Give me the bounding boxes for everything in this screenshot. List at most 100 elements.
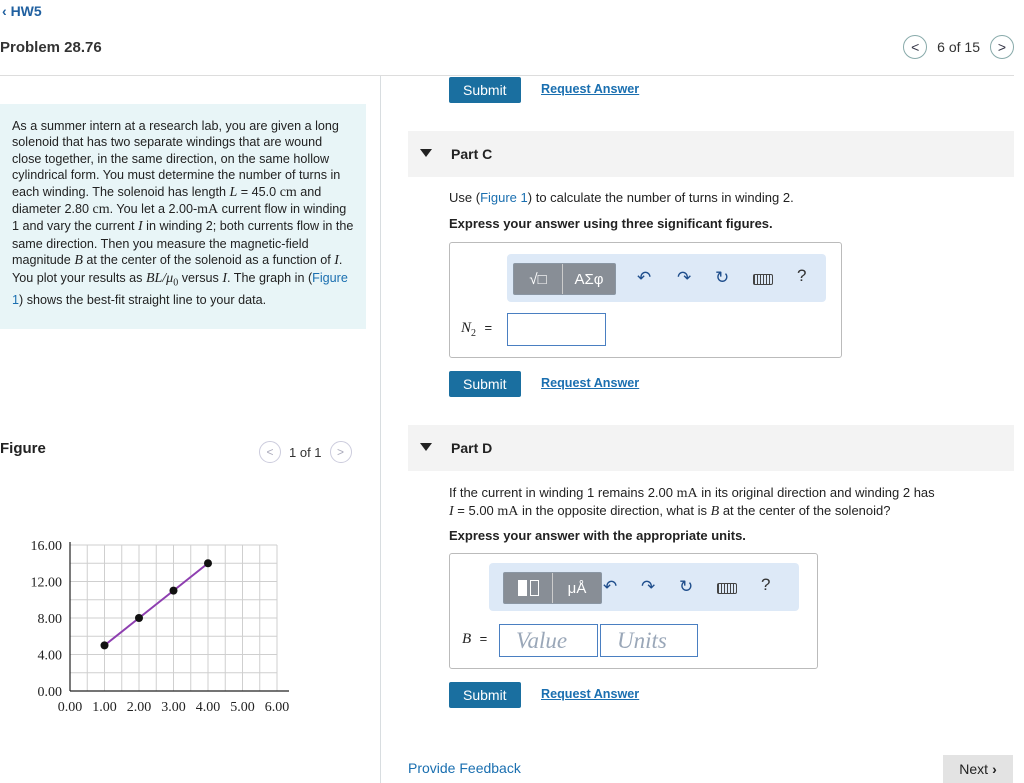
- value-units-template-button[interactable]: [504, 573, 552, 603]
- prompt-text: If the current in winding 1 remains 2.00: [449, 485, 677, 500]
- prompt-text: in the opposite direction, what is: [518, 503, 711, 518]
- x-tick-label: 5.00: [230, 700, 255, 715]
- equals-sign: =: [484, 320, 493, 335]
- part-c-answer-box: √□ ΑΣφ ↶ ↷ ↻ ? N2 =: [449, 242, 842, 358]
- reset-icon[interactable]: ↻: [679, 577, 693, 597]
- next-label: Next: [959, 761, 989, 777]
- data-point: [169, 586, 178, 595]
- template-tool-group: √□ ΑΣφ: [513, 263, 616, 295]
- figure-label: Figure: [0, 440, 46, 457]
- help-icon[interactable]: ?: [761, 575, 770, 595]
- keyboard-icon[interactable]: [753, 274, 773, 285]
- math-unit: mA: [197, 202, 219, 218]
- chart-tick-labels: 0.00 1.00 2.00 3.00 4.00 5.00 6.00 0.00 4.00 8.00…: [31, 539, 290, 715]
- part-d-label: Part D: [451, 440, 493, 456]
- part-d-instruction: Express your answer with the appropriate…: [449, 528, 746, 543]
- y-tick-label: 0.00: [38, 685, 63, 700]
- prev-figure-button[interactable]: <: [259, 441, 281, 463]
- data-point: [204, 559, 212, 568]
- problem-title: Problem 28.76: [0, 39, 102, 56]
- provide-feedback-link[interactable]: Provide Feedback: [408, 760, 521, 776]
- template-icon: [517, 580, 539, 596]
- submit-button-partD[interactable]: Submit: [449, 682, 521, 708]
- math-var: B: [74, 253, 83, 269]
- tool-glyph: μÅ: [567, 579, 587, 597]
- redo-icon[interactable]: ↷: [641, 577, 655, 597]
- problem-text: ) shows the best-fit straight line to yo…: [19, 292, 267, 307]
- chart-axes: [69, 542, 289, 692]
- chevron-left-icon: <: [266, 445, 274, 459]
- math-var: B: [710, 504, 720, 519]
- prompt-text: ) to calculate the number of turns in wi…: [527, 190, 794, 205]
- x-tick-label: 0.00: [58, 700, 83, 715]
- x-tick-label: 4.00: [196, 700, 221, 715]
- chevron-right-icon: ›: [992, 761, 997, 777]
- chevron-right-icon: >: [997, 39, 1007, 55]
- submit-button-partC[interactable]: Submit: [449, 371, 521, 397]
- collapse-triangle-icon: [420, 443, 432, 451]
- problem-text: at the center of the solenoid as a funct…: [82, 253, 335, 268]
- problem-text: = 45.0: [237, 184, 280, 199]
- n2-label: N2 =: [461, 319, 492, 339]
- x-tick-label: 3.00: [161, 700, 186, 715]
- part-c-instruction: Express your answer using three signific…: [449, 216, 773, 231]
- problem-text: versus: [178, 270, 223, 285]
- chevron-left-icon: ‹: [2, 3, 7, 19]
- redo-icon[interactable]: ↷: [677, 268, 691, 288]
- next-problem-button[interactable]: >: [990, 35, 1014, 59]
- chevron-left-icon: <: [911, 39, 920, 55]
- sqrt-template-button[interactable]: √□: [514, 264, 562, 294]
- n2-input[interactable]: [507, 313, 606, 346]
- figure-chart: 0.00 1.00 2.00 3.00 4.00 5.00 6.00 0.00 4.00 8.00…: [31, 539, 290, 715]
- y-tick-label: 8.00: [38, 612, 63, 627]
- undo-icon[interactable]: ↶: [603, 577, 617, 597]
- reset-icon[interactable]: ↻: [715, 268, 729, 288]
- x-tick-label: 2.00: [127, 700, 152, 715]
- figure-1-link[interactable]: Figure 1: [480, 190, 528, 205]
- next-figure-button[interactable]: >: [329, 441, 352, 463]
- undo-icon[interactable]: ↶: [637, 268, 651, 288]
- problem-text: . The graph in (: [226, 270, 313, 285]
- keyboard-icon[interactable]: [717, 583, 737, 594]
- page-position: 6 of 15: [937, 39, 980, 55]
- help-icon[interactable]: ?: [797, 266, 806, 286]
- math-unit: cm: [279, 184, 297, 200]
- prompt-text: at the center of the solenoid?: [719, 503, 891, 518]
- back-link-label: HW5: [10, 3, 42, 19]
- request-answer-link-partC[interactable]: Request Answer: [541, 376, 639, 390]
- next-button[interactable]: Next ›: [943, 755, 1013, 783]
- tool-glyph: ΑΣφ: [574, 270, 604, 288]
- value-input[interactable]: Value: [499, 624, 598, 657]
- prompt-text: Use (: [449, 190, 481, 205]
- math-expr: BL/μ: [145, 270, 174, 286]
- data-point: [135, 614, 143, 622]
- part-c-header[interactable]: Part C: [408, 131, 1014, 177]
- math-unit: mA: [497, 504, 519, 519]
- back-to-hw5-link[interactable]: ‹ HW5: [2, 3, 42, 19]
- units-button[interactable]: μÅ: [552, 573, 601, 603]
- chart-grid: [69, 544, 278, 692]
- b-label: B =: [462, 630, 487, 648]
- var-symbol: N: [461, 320, 472, 336]
- x-tick-label: 6.00: [265, 700, 290, 715]
- prev-problem-button[interactable]: <: [903, 35, 928, 59]
- x-tick-label: 1.00: [92, 700, 117, 715]
- problem-statement: As a summer intern at a research lab, yo…: [0, 104, 366, 329]
- part-c-prompt: Use (Figure 1) to calculate the number o…: [449, 190, 794, 205]
- y-tick-label: 12.00: [31, 576, 63, 591]
- math-unit: cm: [92, 202, 110, 218]
- column-divider: [380, 76, 381, 783]
- tool-glyph: √□: [529, 270, 547, 288]
- submit-button-partB[interactable]: Submit: [449, 77, 521, 103]
- var-subscript: 2: [471, 328, 477, 340]
- figure-pager: < 1 of 1 >: [259, 441, 352, 463]
- greek-symbols-button[interactable]: ΑΣφ: [562, 264, 615, 294]
- request-answer-link-partD[interactable]: Request Answer: [541, 687, 639, 701]
- chevron-right-icon: >: [337, 445, 345, 459]
- units-input[interactable]: Units: [600, 624, 698, 657]
- data-point: [100, 641, 109, 650]
- request-answer-link-partB[interactable]: Request Answer: [541, 82, 639, 96]
- part-d-prompt: If the current in winding 1 remains 2.00…: [449, 484, 989, 520]
- part-d-header[interactable]: Part D: [408, 425, 1014, 471]
- var-symbol: B: [462, 631, 472, 647]
